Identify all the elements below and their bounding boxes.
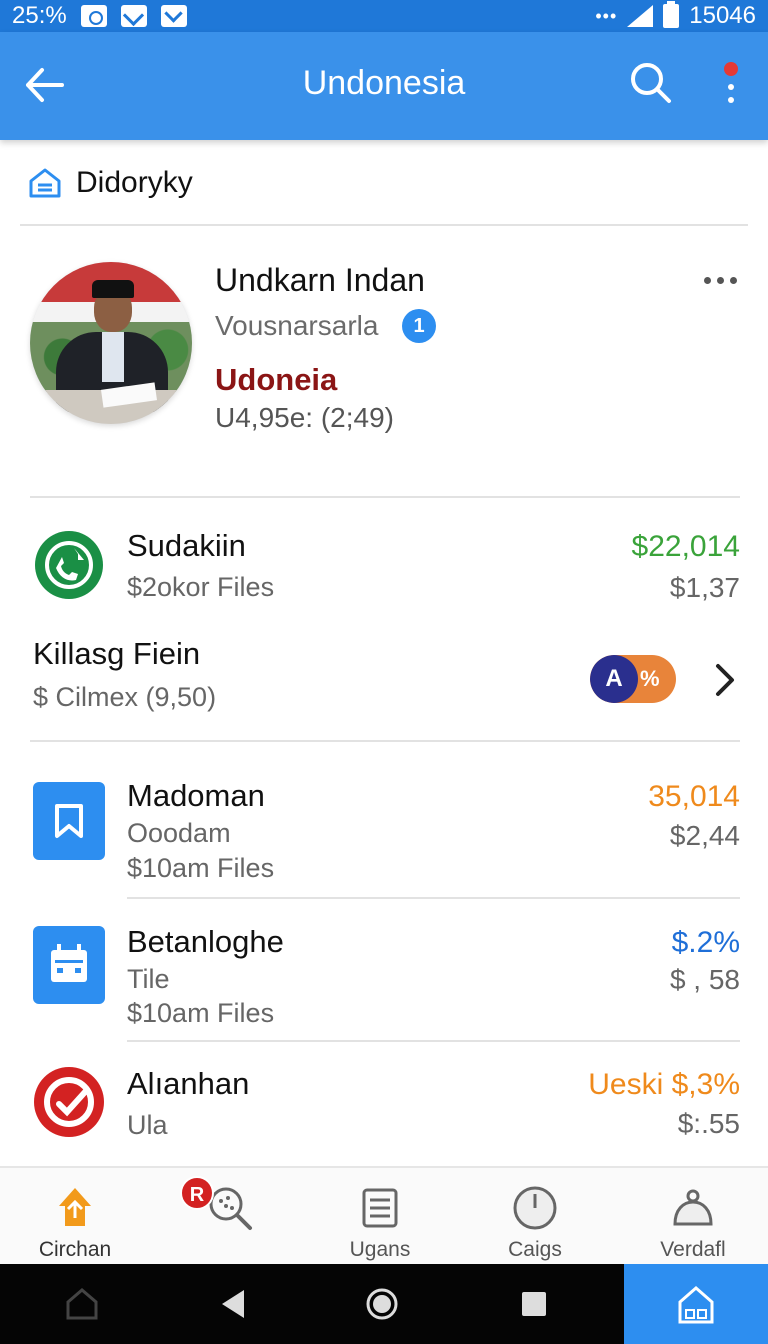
badge-check-icon [34,1067,104,1137]
nav-label-home: Circhan [38,1238,112,1261]
nav-label-list: Ugans [349,1238,411,1261]
list-row-2-line3: $10am Files [127,998,275,1028]
nav-item-alerts[interactable]: Verdafl [618,1168,768,1266]
status-pill[interactable]: A % [590,655,676,703]
divider [127,897,740,899]
app-bar: Undonesia [0,32,768,140]
summary-row-1-value: $22,014 [631,530,740,563]
home-icon [59,1188,91,1226]
notification-dot-icon [724,62,738,76]
profile-accent-label: Udoneia [215,362,338,397]
signal-icon [627,5,654,27]
bell-icon [673,1189,713,1226]
list-row-2-icon [33,926,105,1004]
summary-row-1-subtitle: $2okor Files [127,572,275,602]
nav-label-alerts: Verdafl [660,1238,726,1261]
square-recents-icon [522,1292,546,1316]
list-row-3-line2: Ula [127,1110,168,1140]
pill-percent: % [640,666,660,691]
list-row-2-secondary: $ , 58 [669,964,740,995]
list-row-1-line3: $10am Files [127,853,275,883]
summary-row-1-icon [34,530,104,600]
system-quick-action-button[interactable] [624,1264,768,1344]
search-button[interactable] [628,60,674,106]
wifi-dots-icon: ••• [595,5,618,26]
more-dot-icon [729,276,737,284]
breadcrumb-label: Didoryky [76,166,193,199]
clock-icon [513,1186,557,1230]
status-time: 25:% [12,2,67,29]
list-row-3-value-prefix: Ueski [588,1068,664,1101]
status-left: 25:% [12,2,187,30]
menu-dot-icon [728,84,734,90]
avatar[interactable] [30,262,192,424]
summary-row-1-title[interactable]: Sudakiin [127,528,246,564]
chevron-right-icon [716,664,734,696]
home-outline-icon [29,168,61,198]
battery-icon [663,1,680,28]
notification-icon [120,5,147,27]
status-battery-text: 15046 [689,2,756,29]
profile-subtitle: Vousnarsarla [215,310,379,341]
nav-item-clock[interactable]: Caigs [460,1168,610,1266]
list-row-1-value: 35,014 [648,780,740,813]
profile-name: Undkarn Indan [215,262,425,298]
divider [30,496,740,498]
list-row-3-title[interactable]: Alıanhan [127,1066,249,1102]
overflow-menu-button[interactable] [716,60,746,110]
home-lock-icon [678,1286,714,1324]
list-icon [362,1188,398,1228]
list-row-2-title[interactable]: Betanloghe [127,924,284,960]
status-right: ••• 15046 [595,1,756,30]
list-row-1-title[interactable]: Madoman [127,778,265,814]
bottom-navigation: Circhan R Ugans Caigs Verdafl [0,1166,768,1264]
more-dot-icon [703,276,711,284]
list-row-3-value: Ueski $,3% [588,1068,740,1102]
list-row-2-value: $.2% [671,926,740,959]
notification-badge: R [180,1176,214,1210]
system-back-button[interactable] [216,1284,256,1324]
list-row-2-line2: Tile [127,964,170,994]
pill-letter: A [590,655,638,703]
summary-row-2-subtitle: $ Cilmex (9,50) [33,682,217,712]
calendar-icon [51,944,87,982]
profile-meta: U4,95e: (2;49) [215,402,394,433]
list-row-1-secondary: $2,44 [669,820,740,851]
triangle-back-icon [222,1290,244,1318]
nav-label-clock: Caigs [508,1238,562,1261]
search-icon [631,63,671,103]
list-row-3-icon [33,1066,105,1138]
divider [20,224,748,226]
list-row-3-value-main: $,3% [671,1068,740,1101]
system-recents-button[interactable] [514,1284,554,1324]
nav-item-home[interactable]: Circhan [0,1168,150,1266]
list-row-3-secondary: $:.55 [677,1108,740,1139]
status-bar: 25:% ••• 15046 [0,0,768,32]
bookmark-icon [55,804,83,838]
home-outline-icon [66,1288,98,1320]
system-home-button[interactable] [362,1284,402,1324]
phone-globe-icon [35,531,103,599]
chevron-right-button[interactable] [710,662,740,698]
divider [30,740,740,742]
divider [127,1040,740,1042]
nav-item-list[interactable]: Ugans [305,1168,455,1266]
system-home-outline-button[interactable] [62,1284,102,1324]
list-row-1-icon [33,782,105,860]
count-badge: 1 [402,309,436,343]
breadcrumb[interactable]: Didoryky [28,166,193,200]
system-navigation-bar [0,1264,768,1344]
circle-home-icon [366,1288,398,1320]
camera-icon [80,5,107,27]
download-icon [160,5,187,27]
summary-row-1-secondary: $1,37 [669,572,740,603]
nav-item-search[interactable] [150,1168,300,1266]
list-row-1-line2: Ooodam [127,818,231,848]
summary-row-2-title[interactable]: Killasg Fiein [33,636,200,672]
more-dot-icon [716,276,724,284]
menu-dot-icon [728,97,734,103]
more-options-button[interactable] [700,268,740,292]
